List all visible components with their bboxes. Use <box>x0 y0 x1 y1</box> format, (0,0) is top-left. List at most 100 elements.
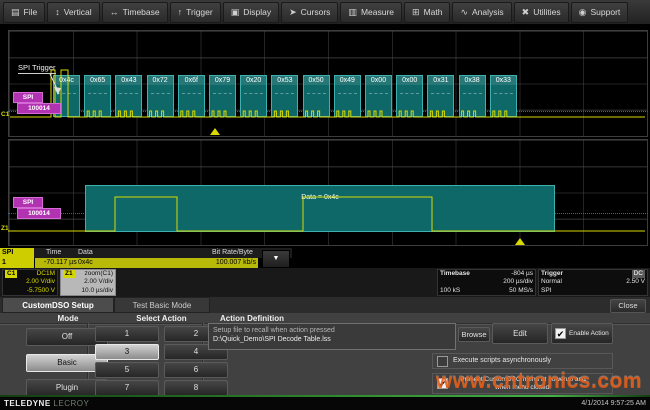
tab-test-basic-mode[interactable]: Test Basic Mode <box>114 297 210 313</box>
decode-byte-box: 0x20 <box>240 75 267 117</box>
decode-bit-marks <box>182 93 201 94</box>
c1-offset: -5.7500 V <box>27 287 55 295</box>
menu-item-trigger[interactable]: ↑Trigger <box>170 2 221 23</box>
timebase-delay: -804 µs <box>511 270 533 278</box>
menu-item-label: File <box>24 7 38 17</box>
action-button-5[interactable]: 5 <box>95 362 159 378</box>
status-bar: TELEDYNE LECROY 4/1/2014 9:57:25 AM <box>0 397 650 410</box>
trigger-descriptor-box[interactable]: TriggerDC Normal2.50 V SPI <box>538 269 648 296</box>
z1-scale: 2.00 V/div <box>84 278 113 286</box>
enable-action-control[interactable]: ✔ Enable Action <box>551 323 613 344</box>
decode-byte-box: 0x00 <box>396 75 423 117</box>
decode-byte-box: 0x79 <box>209 75 236 117</box>
action-button-7[interactable]: 7 <box>95 380 159 396</box>
spi-trigger-annotation: SPI Trigger <box>18 63 56 74</box>
z1-ground-marker: Z1 <box>1 225 9 232</box>
decode-table-header: SPI Time Data Bit Rate/Byte <box>0 248 292 258</box>
waveform-display[interactable]: Data = 0x4c 0x4c0x650x430x720x6f0x790x20… <box>0 25 650 248</box>
decode-byte-box: 0x43 <box>115 75 142 117</box>
z1-source: zoom(C1) <box>84 270 113 278</box>
decode-byte-value: 0x33 <box>491 76 516 85</box>
decode-bit-marks <box>119 93 138 94</box>
table-collapse-button[interactable]: ▼ <box>262 250 290 268</box>
decode-byte-box: 0x33 <box>490 75 517 117</box>
edit-button[interactable]: Edit <box>492 323 548 344</box>
zoom-band-label: Data = 0x4c <box>301 194 339 201</box>
browse-button[interactable]: Browse <box>458 327 490 342</box>
execute-scripts-checkbox[interactable]: ✔ <box>437 356 448 367</box>
execute-scripts-row[interactable]: ✔ Execute scripts asynchronously <box>432 353 613 369</box>
menu-item-file[interactable]: ▤File <box>3 2 45 23</box>
menu-item-math[interactable]: ⊞Math <box>404 2 450 23</box>
col-header-bitrate: Bit Rate/Byte <box>212 248 253 258</box>
c1-descriptor-box[interactable]: C1DC1M 2.00 V/div -5.7500 V <box>2 269 58 296</box>
trigger-title: Trigger <box>541 270 563 278</box>
action-button-6[interactable]: 6 <box>164 362 228 378</box>
row-data: 0x4c <box>78 258 93 268</box>
menu-item-vertical[interactable]: ↕ Vertical <box>47 2 99 23</box>
decode-bit-marks <box>307 93 326 94</box>
decode-bit-marks <box>369 93 388 94</box>
decode-table-row[interactable]: 1 -70.117 µs 0x4c 100.007 kb/s <box>0 258 292 268</box>
timebase-descriptor-box[interactable]: Timebase-804 µs 200 µs/div 100 kS50 MS/s <box>437 269 536 296</box>
trigger-position-marker-top[interactable] <box>210 128 220 135</box>
decode-bit-marks <box>400 93 419 94</box>
spi-decode-label-top[interactable]: SPI <box>13 92 43 103</box>
setup-file-field[interactable]: Setup file to recall when action pressed… <box>208 323 456 350</box>
action-button-1[interactable]: 1 <box>95 326 159 342</box>
support-icon: ◉ <box>579 7 587 18</box>
decode-byte-box: 0x72 <box>147 75 174 117</box>
action-button-8[interactable]: 8 <box>164 380 228 396</box>
status-bar-accent <box>0 395 650 397</box>
trigger-level: 2.50 V <box>626 278 645 286</box>
tab-customdso-setup[interactable]: CustomDSO Setup <box>2 297 114 313</box>
oscilloscope-screen: ▤File↕Vertical↔Timebase↑Trigger▣Display➤… <box>0 0 650 410</box>
measure-icon: ▥ <box>348 7 357 18</box>
timebase-title: Timebase <box>440 270 470 278</box>
menu-item-label: Display <box>243 7 271 17</box>
col-header-data: Data <box>78 248 93 258</box>
decode-bit-marks <box>431 93 450 94</box>
decode-byte-box: 0x31 <box>427 75 454 117</box>
decode-byte-box: 0x38 <box>459 75 486 117</box>
spi-decode-sublabel-top[interactable]: 100014 <box>17 103 61 114</box>
decode-bit-marks <box>494 93 513 94</box>
menu-item-label: Vertical <box>64 7 92 17</box>
decode-bit-marks <box>463 93 482 94</box>
close-button[interactable]: Close <box>610 299 646 313</box>
vertical-icon: ↕ <box>55 7 60 17</box>
trigger-position-marker-bottom[interactable] <box>515 238 525 245</box>
menu-item-cursors[interactable]: ➤Cursors <box>281 2 338 23</box>
action-button-3[interactable]: 3 <box>95 344 159 360</box>
decode-bit-marks <box>151 93 170 94</box>
z1-descriptor-box[interactable]: Z1zoom(C1) 2.00 V/div 10.0 µs/div <box>60 269 116 296</box>
brand-logo: TELEDYNE LECROY <box>4 399 89 408</box>
menu-item-measure[interactable]: ▥ Measure <box>340 2 402 23</box>
cursors-icon: ➤ <box>289 7 297 18</box>
trigger-coupling: DC <box>632 270 645 278</box>
row-bitrate: 100.007 kb/s <box>190 258 256 268</box>
menu-item-display[interactable]: ▣Display <box>223 2 279 23</box>
spi-decode-sublabel-bottom[interactable]: 100014 <box>17 208 61 219</box>
menu-item-label: Measure <box>361 7 394 17</box>
menu-item-label: Timebase <box>123 7 160 17</box>
timebase-samples: 100 kS <box>440 287 460 295</box>
menu-item-timebase[interactable]: ↔Timebase <box>102 2 168 23</box>
menu-item-label: Trigger <box>186 7 213 17</box>
spi-decode-label-bottom[interactable]: SPI <box>13 197 43 208</box>
action-definition-section-title: Action Definition <box>220 314 284 323</box>
decode-byte-box: 0x00 <box>365 75 392 117</box>
decode-bit-marks <box>338 93 357 94</box>
decode-byte-value: 0x53 <box>272 76 297 85</box>
decode-byte-box: 0x50 <box>303 75 330 117</box>
menu-item-analysis[interactable]: ∿Analysis <box>452 2 511 23</box>
menu-item-utilities[interactable]: ✖Utilities <box>514 2 569 23</box>
decode-byte-value: 0x00 <box>366 76 391 85</box>
menu-bar: ▤File↕Vertical↔Timebase↑Trigger▣Display➤… <box>0 0 650 25</box>
menu-item-support[interactable]: ◉Support <box>571 2 629 23</box>
decode-byte-value: 0x79 <box>210 76 235 85</box>
decode-byte-value: 0x00 <box>397 76 422 85</box>
enable-action-checkbox[interactable]: ✔ <box>555 328 566 339</box>
decode-bit-marks <box>57 93 76 94</box>
zoom-highlight-band: Data = 0x4c <box>85 185 555 232</box>
